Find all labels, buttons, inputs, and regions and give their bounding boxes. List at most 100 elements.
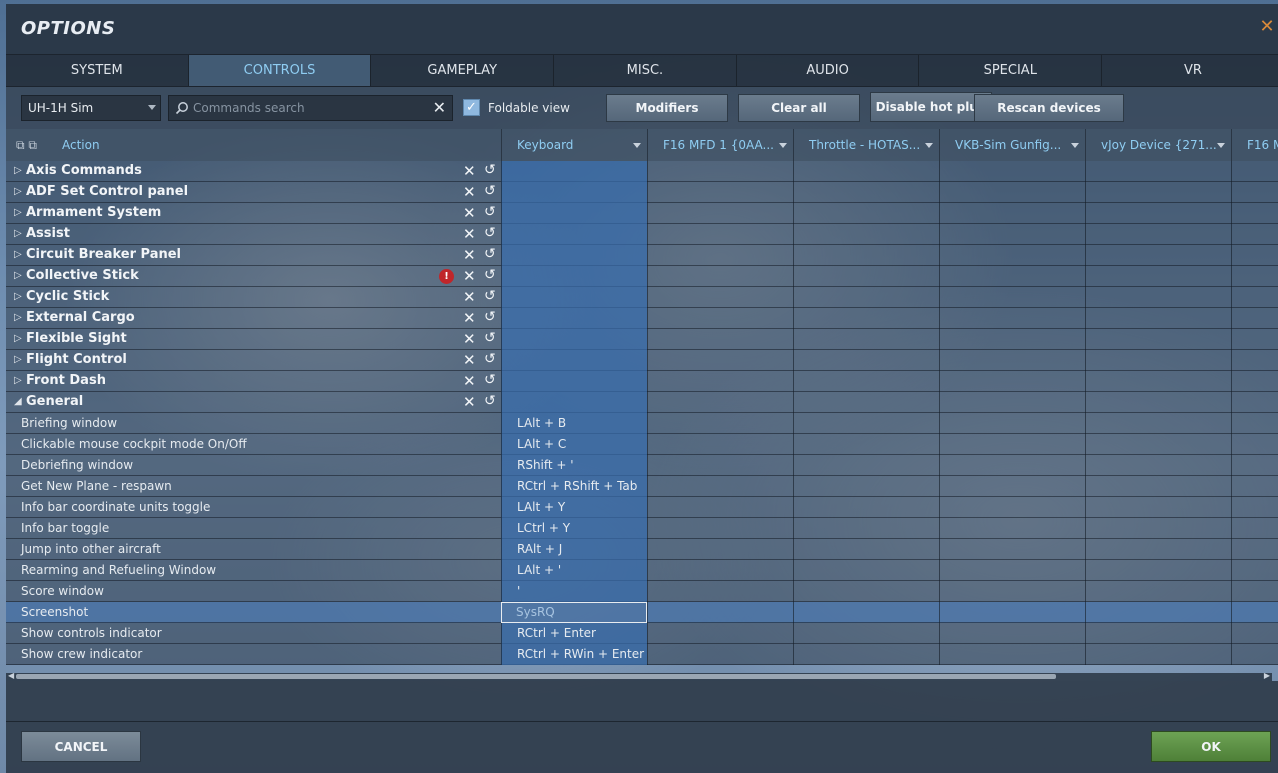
device-binding-cell[interactable] bbox=[939, 182, 1085, 203]
clear-category-icon[interactable]: ✕ bbox=[463, 204, 476, 222]
close-icon[interactable]: ✕ bbox=[1258, 18, 1276, 36]
device-column-header[interactable]: F16 MFD 1 {0AA... bbox=[647, 129, 793, 161]
device-binding-cell[interactable] bbox=[1085, 644, 1231, 665]
device-column-header[interactable]: vJoy Device {271... bbox=[1085, 129, 1231, 161]
device-binding-cell[interactable] bbox=[647, 161, 793, 182]
device-binding-cell[interactable] bbox=[793, 497, 939, 518]
device-binding-cell[interactable] bbox=[1085, 203, 1231, 224]
device-binding-cell[interactable] bbox=[1231, 644, 1278, 665]
clear-category-icon[interactable]: ✕ bbox=[463, 288, 476, 306]
category-row[interactable]: ▷ Collective Stick! ✕ ↺ bbox=[6, 266, 1278, 287]
device-binding-cell[interactable] bbox=[1085, 413, 1231, 434]
reset-category-icon[interactable]: ↺ bbox=[484, 267, 496, 283]
device-binding-cell[interactable] bbox=[793, 266, 939, 287]
device-binding-cell[interactable] bbox=[647, 560, 793, 581]
device-binding-cell[interactable] bbox=[939, 392, 1085, 413]
device-binding-cell[interactable] bbox=[939, 497, 1085, 518]
device-binding-cell[interactable] bbox=[1231, 350, 1278, 371]
tab-special[interactable]: SPECIAL bbox=[919, 55, 1103, 86]
device-binding-cell[interactable] bbox=[647, 602, 793, 623]
device-binding-cell[interactable] bbox=[1231, 497, 1278, 518]
device-binding-cell[interactable] bbox=[939, 329, 1085, 350]
device-binding-cell[interactable] bbox=[939, 434, 1085, 455]
reset-category-icon[interactable]: ↺ bbox=[484, 162, 496, 178]
keyboard-binding-cell[interactable] bbox=[501, 224, 647, 245]
device-binding-cell[interactable] bbox=[1085, 266, 1231, 287]
device-binding-cell[interactable] bbox=[647, 623, 793, 644]
category-row[interactable]: ▷ Front Dash ✕ ↺ bbox=[6, 371, 1278, 392]
command-row[interactable]: Score window ' bbox=[6, 581, 1278, 602]
device-binding-cell[interactable] bbox=[647, 245, 793, 266]
device-binding-cell[interactable] bbox=[1085, 245, 1231, 266]
device-binding-cell[interactable] bbox=[647, 539, 793, 560]
command-row[interactable]: Info bar coordinate units toggle LAlt + Y bbox=[6, 497, 1278, 518]
device-binding-cell[interactable] bbox=[647, 392, 793, 413]
category-row[interactable]: ▷ ADF Set Control panel ✕ ↺ bbox=[6, 182, 1278, 203]
device-binding-cell[interactable] bbox=[1085, 476, 1231, 497]
device-binding-cell[interactable] bbox=[793, 413, 939, 434]
device-binding-cell[interactable] bbox=[1085, 161, 1231, 182]
keyboard-binding-cell[interactable]: RCtrl + RShift + Tab bbox=[501, 476, 647, 497]
category-row[interactable]: ▷ Flight Control ✕ ↺ bbox=[6, 350, 1278, 371]
device-binding-cell[interactable] bbox=[1231, 539, 1278, 560]
device-binding-cell[interactable] bbox=[939, 203, 1085, 224]
reset-category-icon[interactable]: ↺ bbox=[484, 204, 496, 220]
device-binding-cell[interactable] bbox=[939, 371, 1085, 392]
keyboard-binding-cell[interactable] bbox=[501, 350, 647, 371]
clear-category-icon[interactable]: ✕ bbox=[463, 225, 476, 243]
clear-category-icon[interactable]: ✕ bbox=[463, 183, 476, 201]
device-binding-cell[interactable] bbox=[647, 476, 793, 497]
keyboard-binding-cell[interactable]: SysRQ bbox=[501, 602, 647, 623]
tab-misc[interactable]: MISC. bbox=[554, 55, 737, 86]
tab-system[interactable]: SYSTEM bbox=[6, 55, 189, 86]
command-row[interactable]: Screenshot SysRQ bbox=[6, 602, 1278, 623]
device-binding-cell[interactable] bbox=[793, 476, 939, 497]
device-binding-cell[interactable] bbox=[647, 224, 793, 245]
category-row[interactable]: ▷ Flexible Sight ✕ ↺ bbox=[6, 329, 1278, 350]
device-binding-cell[interactable] bbox=[1085, 371, 1231, 392]
device-binding-cell[interactable] bbox=[647, 518, 793, 539]
device-binding-cell[interactable] bbox=[793, 245, 939, 266]
device-binding-cell[interactable] bbox=[1085, 392, 1231, 413]
device-binding-cell[interactable] bbox=[647, 182, 793, 203]
device-binding-cell[interactable] bbox=[939, 455, 1085, 476]
device-binding-cell[interactable] bbox=[647, 308, 793, 329]
device-binding-cell[interactable] bbox=[939, 308, 1085, 329]
expand-triangle-icon[interactable]: ▷ bbox=[14, 207, 22, 218]
expand-triangle-icon[interactable]: ▷ bbox=[14, 270, 22, 281]
device-binding-cell[interactable] bbox=[793, 329, 939, 350]
keyboard-binding-cell[interactable]: RCtrl + Enter bbox=[501, 623, 647, 644]
collapse-expand-icons[interactable]: ⧉ ⧉ bbox=[16, 138, 37, 153]
command-row[interactable]: Debriefing window RShift + ' bbox=[6, 455, 1278, 476]
device-binding-cell[interactable] bbox=[939, 539, 1085, 560]
device-binding-cell[interactable] bbox=[1231, 581, 1278, 602]
category-row[interactable]: ▷ Assist ✕ ↺ bbox=[6, 224, 1278, 245]
device-binding-cell[interactable] bbox=[1085, 518, 1231, 539]
aircraft-select[interactable]: UH-1H Sim bbox=[21, 95, 161, 121]
device-binding-cell[interactable] bbox=[647, 287, 793, 308]
device-binding-cell[interactable] bbox=[793, 434, 939, 455]
device-binding-cell[interactable] bbox=[1085, 623, 1231, 644]
keyboard-binding-cell[interactable] bbox=[501, 161, 647, 182]
device-binding-cell[interactable] bbox=[647, 434, 793, 455]
device-binding-cell[interactable] bbox=[1231, 518, 1278, 539]
device-binding-cell[interactable] bbox=[647, 329, 793, 350]
keyboard-binding-cell[interactable] bbox=[501, 287, 647, 308]
expand-triangle-icon[interactable]: ▷ bbox=[14, 375, 22, 386]
device-column-header[interactable]: Throttle - HOTAS... bbox=[793, 129, 939, 161]
device-binding-cell[interactable] bbox=[793, 644, 939, 665]
keyboard-binding-cell[interactable]: LCtrl + Y bbox=[501, 518, 647, 539]
device-binding-cell[interactable] bbox=[1231, 287, 1278, 308]
expand-triangle-icon[interactable]: ▷ bbox=[14, 312, 22, 323]
device-column-header[interactable]: F16 M bbox=[1231, 129, 1278, 161]
device-binding-cell[interactable] bbox=[793, 602, 939, 623]
keyboard-binding-cell[interactable] bbox=[501, 308, 647, 329]
device-binding-cell[interactable] bbox=[793, 350, 939, 371]
keyboard-binding-cell[interactable]: RAlt + J bbox=[501, 539, 647, 560]
device-binding-cell[interactable] bbox=[1085, 224, 1231, 245]
rescan-devices-button[interactable]: Rescan devices bbox=[974, 94, 1124, 122]
scroll-right-icon[interactable]: ▶ bbox=[1264, 671, 1270, 680]
device-binding-cell[interactable] bbox=[1231, 329, 1278, 350]
device-binding-cell[interactable] bbox=[1231, 392, 1278, 413]
device-binding-cell[interactable] bbox=[793, 623, 939, 644]
